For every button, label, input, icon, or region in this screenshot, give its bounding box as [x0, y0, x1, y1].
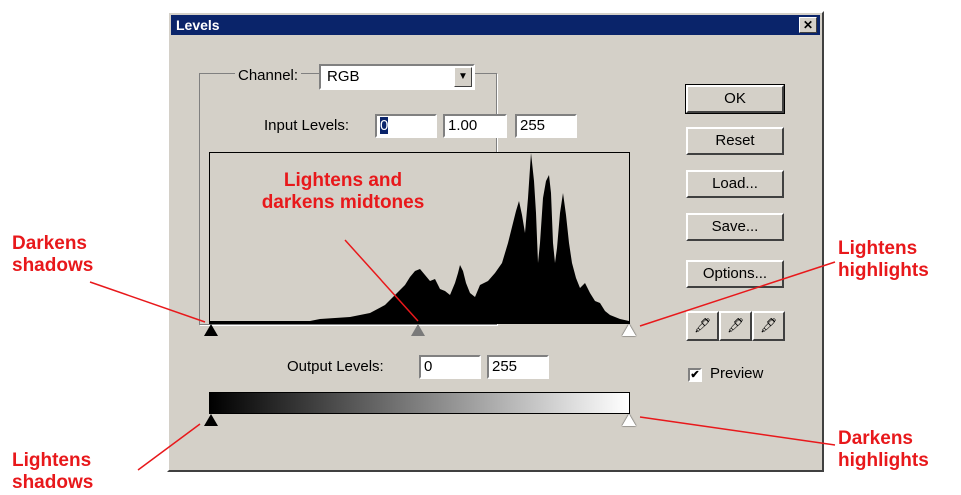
darkens-shadows-line [89, 281, 206, 323]
annotation-lines [89, 239, 836, 471]
midtones-line [344, 239, 419, 322]
lightens-shadows-line [137, 423, 201, 471]
lightens-highlights-line [639, 261, 836, 327]
darkens-highlights-line [639, 416, 836, 446]
annotation-darkens-highlights: Darkens highlights [838, 428, 929, 471]
annotation-midtones: Lightens and darkens midtones [261, 170, 425, 213]
annotation-lightens-highlights: Lightens highlights [838, 238, 929, 281]
annotation-lightens-shadows: Lightens shadows [12, 450, 94, 493]
annotation-darkens-shadows: Darkens shadows [12, 233, 94, 276]
